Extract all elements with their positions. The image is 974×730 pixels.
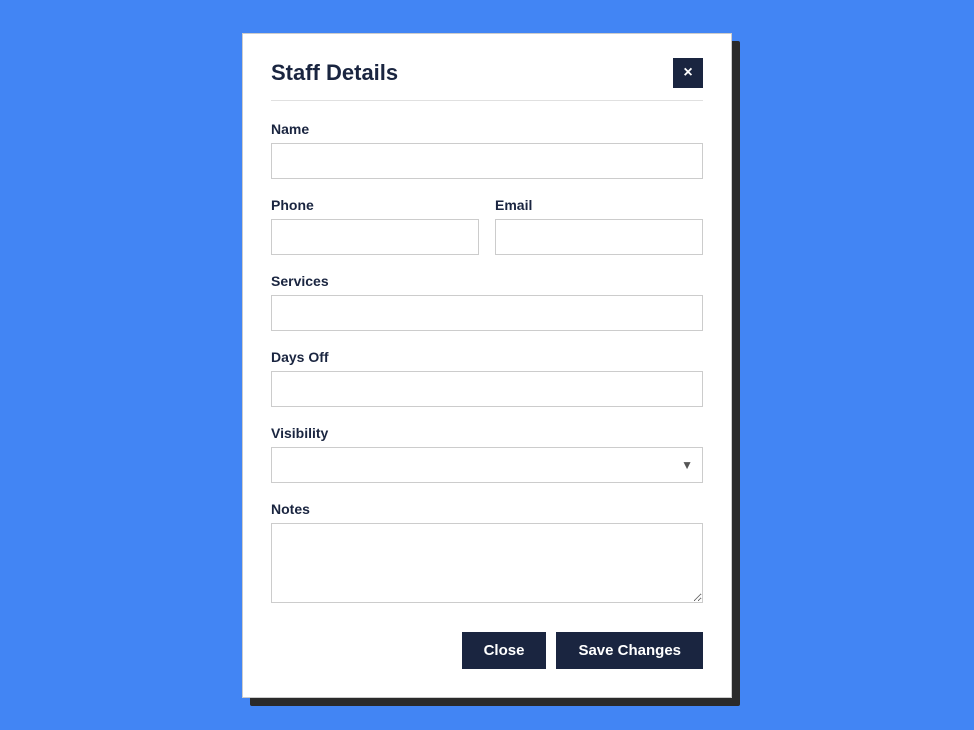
phone-email-row: Phone Email bbox=[271, 197, 703, 255]
days-off-field-group: Days Off bbox=[271, 349, 703, 407]
phone-input[interactable] bbox=[271, 219, 479, 255]
modal-title: Staff Details bbox=[271, 60, 398, 86]
name-label: Name bbox=[271, 121, 703, 137]
visibility-label: Visibility bbox=[271, 425, 703, 441]
days-off-label: Days Off bbox=[271, 349, 703, 365]
modal-container: Staff Details × Name Phone Email Service… bbox=[242, 33, 732, 698]
name-field-group: Name bbox=[271, 121, 703, 179]
email-input[interactable] bbox=[495, 219, 703, 255]
modal-footer: Close Save Changes bbox=[271, 632, 703, 669]
modal-header: Staff Details × bbox=[271, 58, 703, 88]
visibility-select[interactable]: Public Private bbox=[271, 447, 703, 483]
name-input[interactable] bbox=[271, 143, 703, 179]
email-field-group: Email bbox=[495, 197, 703, 255]
services-input[interactable] bbox=[271, 295, 703, 331]
notes-field-group: Notes bbox=[271, 501, 703, 608]
phone-field-group: Phone bbox=[271, 197, 479, 255]
visibility-select-wrapper: Public Private ▼ bbox=[271, 447, 703, 483]
visibility-field-group: Visibility Public Private ▼ bbox=[271, 425, 703, 483]
notes-textarea[interactable] bbox=[271, 523, 703, 603]
close-x-button[interactable]: × bbox=[673, 58, 703, 88]
days-off-input[interactable] bbox=[271, 371, 703, 407]
phone-label: Phone bbox=[271, 197, 479, 213]
header-divider bbox=[271, 100, 703, 101]
modal-dialog: Staff Details × Name Phone Email Service… bbox=[242, 33, 732, 698]
notes-label: Notes bbox=[271, 501, 703, 517]
save-changes-button[interactable]: Save Changes bbox=[556, 632, 703, 669]
services-label: Services bbox=[271, 273, 703, 289]
services-field-group: Services bbox=[271, 273, 703, 331]
email-label: Email bbox=[495, 197, 703, 213]
close-button[interactable]: Close bbox=[462, 632, 547, 669]
